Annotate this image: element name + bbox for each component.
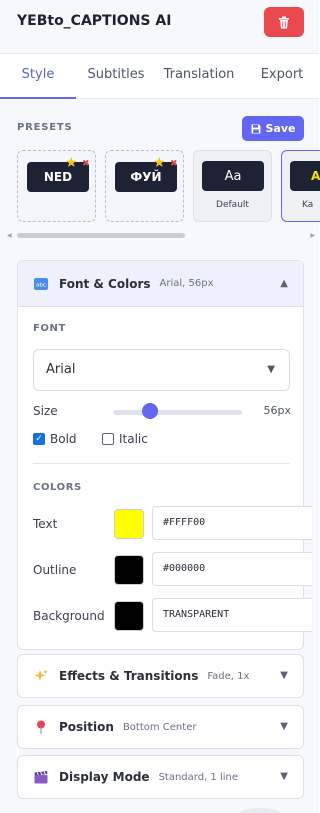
text-color-swatch[interactable] <box>114 509 144 539</box>
size-slider[interactable] <box>113 410 242 415</box>
panel-title: Display Mode <box>59 770 150 784</box>
display-mode-header[interactable]: Display Mode Standard, 1 line ▼ <box>18 756 303 798</box>
scroll-right-icon[interactable]: ▶ <box>310 232 315 239</box>
font-select[interactable]: Arial ▼ <box>33 349 290 391</box>
clapper-icon <box>34 770 48 784</box>
text-color-value: #FFFF00 <box>163 517 206 528</box>
italic-checkbox[interactable] <box>102 433 114 445</box>
size-value: 56px <box>263 404 292 417</box>
background-color-input[interactable]: TRANSPARENT <box>152 598 312 632</box>
delete-button[interactable] <box>264 7 304 37</box>
position-panel[interactable]: Position Bottom Center ▼ <box>17 705 304 749</box>
scroll-thumb[interactable] <box>17 233 185 238</box>
size-label: Size <box>33 404 58 418</box>
scroll-indicator <box>240 808 280 813</box>
scroll-left-icon[interactable]: ◀ <box>7 232 12 239</box>
display-mode-panel[interactable]: Display Mode Standard, 1 line ▼ <box>17 755 304 799</box>
chevron-up-icon: ▲ <box>280 278 288 289</box>
bold-checkbox[interactable]: ✓ <box>33 433 45 445</box>
abc-icon: abc <box>34 277 48 291</box>
remove-preset-icon[interactable]: ✖ <box>170 160 178 169</box>
preset-thumb: A <box>290 161 320 191</box>
text-color-label: Text <box>33 517 58 531</box>
app-header: YEBto_CAPTIONS AI <box>0 0 319 54</box>
trash-icon <box>279 16 289 28</box>
italic-label: Italic <box>119 432 148 446</box>
tab-subtitles[interactable]: Subtitles <box>80 54 152 99</box>
font-colors-panel: abc Font & Colors Arial, 56px ▲ FONT Ari… <box>17 260 312 650</box>
outline-color-value: #000000 <box>163 563 206 574</box>
tab-export[interactable]: Export <box>252 54 312 99</box>
tab-translation[interactable]: Translation <box>158 54 240 99</box>
preset-card-partial[interactable]: A Ka <box>281 150 320 222</box>
panel-title: Font & Colors <box>59 276 151 291</box>
panel-summary: Arial, 56px <box>159 278 214 289</box>
chevron-down-icon: ▼ <box>280 771 288 782</box>
outline-color-swatch[interactable] <box>114 555 144 585</box>
preset-caption: Default <box>216 200 249 210</box>
caret-down-icon: ▼ <box>267 364 275 375</box>
save-preset-button[interactable]: Save <box>242 116 304 141</box>
position-header[interactable]: Position Bottom Center ▼ <box>18 706 303 748</box>
outline-color-label: Outline <box>33 563 77 577</box>
panel-summary: Fade, 1x <box>207 670 250 682</box>
panel-summary: Standard, 1 line <box>158 771 239 783</box>
save-label: Save <box>265 122 296 135</box>
background-color-value: TRANSPARENT <box>163 609 230 620</box>
font-select-value: Arial <box>46 362 76 377</box>
panel-title: Effects & Transitions <box>59 669 199 683</box>
preset-thumb: ФУЙ <box>115 162 177 192</box>
font-colors-header[interactable]: abc Font & Colors Arial, 56px ▲ <box>18 261 303 307</box>
svg-text:abc: abc <box>36 282 46 288</box>
italic-checkbox-row[interactable]: Italic <box>102 432 148 446</box>
text-color-input[interactable]: #FFFF00 <box>152 506 312 540</box>
tab-style[interactable]: Style <box>0 54 76 99</box>
remove-preset-icon[interactable]: ✖ <box>82 160 90 169</box>
effects-header[interactable]: Effects & Transitions Fade, 1x ▼ <box>18 655 303 697</box>
presets-label: PRESETS <box>17 122 73 133</box>
star-icon: ★ <box>65 155 78 171</box>
font-section-label: FONT <box>33 323 66 334</box>
preset-card-default[interactable]: Aa Default <box>193 150 272 222</box>
star-icon: ★ <box>153 155 166 171</box>
floppy-disk-icon <box>251 124 260 133</box>
preset-thumb: Aa <box>202 161 264 191</box>
pin-icon <box>34 720 48 734</box>
tab-bar: Style Subtitles Translation Export <box>0 54 319 99</box>
presets-scrollbar[interactable]: ◀ ▶ <box>7 231 315 239</box>
size-slider-thumb[interactable] <box>142 403 159 419</box>
preset-thumb: NED <box>27 162 89 192</box>
chevron-down-icon: ▼ <box>280 721 288 732</box>
divider <box>33 463 290 464</box>
preset-caption: Ka <box>302 200 314 210</box>
preset-card-ned[interactable]: NED ★ ✖ <box>17 150 96 222</box>
panel-title: Position <box>59 720 114 734</box>
effects-panel[interactable]: Effects & Transitions Fade, 1x ▼ <box>17 654 304 698</box>
sparkles-icon <box>34 669 48 683</box>
panel-summary: Bottom Center <box>122 721 197 733</box>
colors-section-label: COLORS <box>33 482 82 493</box>
chevron-down-icon: ▼ <box>280 670 288 681</box>
app-title: YEBto_CAPTIONS AI <box>17 13 172 29</box>
background-color-swatch[interactable] <box>114 601 144 631</box>
bold-checkbox-row[interactable]: ✓ Bold <box>33 432 77 446</box>
bold-label: Bold <box>50 432 77 446</box>
background-color-label: Background <box>33 609 105 623</box>
outline-color-input[interactable]: #000000 <box>152 552 312 586</box>
preset-card-fuy[interactable]: ФУЙ ★ ✖ <box>105 150 184 222</box>
